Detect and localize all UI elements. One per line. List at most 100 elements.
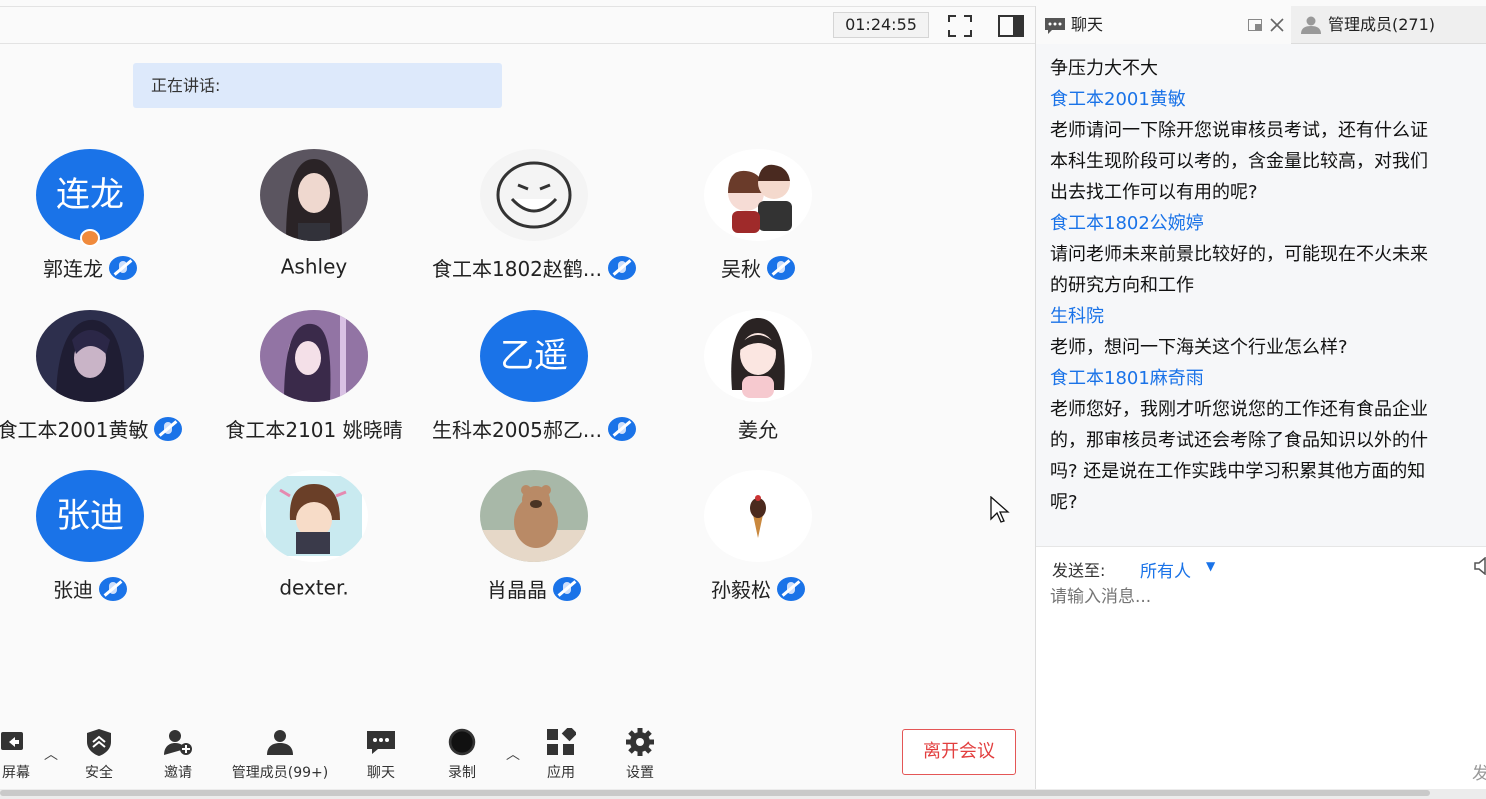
avatar: 连龙 — [36, 149, 144, 241]
participant-name: dexter. — [279, 575, 349, 600]
chat-message-input[interactable] — [1050, 587, 1470, 607]
record-icon — [448, 728, 476, 756]
chat-composer: 发送至: 所有人 ▼ 发 — [1036, 546, 1486, 789]
chat-message-text: 的，那审核员考试还会考除了食品知识以外的什 — [1050, 430, 1428, 451]
manage-members-button[interactable]: 管理成员(99+) — [226, 728, 334, 781]
send-button[interactable]: 发 — [1472, 759, 1486, 784]
share-screen-button[interactable]: 屏幕 — [0, 728, 38, 781]
chat-button[interactable]: 聊天 — [359, 728, 403, 781]
mic-muted-icon — [607, 255, 636, 280]
horizontal-scrollbar[interactable] — [0, 789, 1486, 799]
participant-tile[interactable]: 姜允 — [638, 310, 878, 460]
participant-name: 姜允 — [738, 418, 778, 442]
participant-name: 食工本2001黄敏 — [0, 418, 149, 442]
chat-message-text: 的研究方向和工作 — [1050, 275, 1194, 296]
participant-name: 孙毅松 — [711, 578, 771, 602]
avatar — [36, 310, 144, 402]
send-to-label: 发送至: — [1052, 561, 1106, 580]
close-icon[interactable] — [1270, 18, 1284, 32]
add-user-icon — [164, 730, 192, 755]
participant-tile[interactable]: 乙遥 生科本2005郝乙... — [414, 310, 654, 460]
participant-tile[interactable]: 肖晶晶 — [414, 470, 654, 620]
avatar — [260, 470, 368, 562]
chat-message-text: 出去找工作可以有用的呢? — [1050, 182, 1258, 203]
side-panel: 聊天 管理成员(271) 争压力大不大 食工本2001黄敏 老师请问一下除开您说… — [1035, 6, 1486, 789]
participant-name: Ashley — [280, 254, 348, 279]
participant-tile[interactable]: 吴秋 — [638, 149, 878, 299]
mic-muted-icon — [607, 416, 636, 441]
chat-message-text: 本科生现阶段可以考的，含金量比较高，对我们 — [1050, 151, 1428, 172]
chat-message-text: 呢? — [1050, 492, 1078, 513]
chat-message-text: 吗? 还是说在工作实践中学习积累其他方面的知 — [1050, 461, 1426, 482]
security-button[interactable]: 安全 — [78, 728, 120, 781]
person-icon — [1301, 16, 1321, 34]
participant-tile[interactable]: 食工本2101 姚晓晴 — [194, 310, 434, 460]
participant-name: 食工本2101 姚晓晴 — [225, 418, 403, 442]
chat-bubble-icon — [1045, 18, 1065, 34]
chat-message-text: 老师请问一下除开您说审核员考试，还有什么证 — [1050, 120, 1428, 141]
chat-sender-name[interactable]: 食工本1801麻奇雨 — [1050, 363, 1204, 394]
participant-name: 吴秋 — [721, 257, 761, 281]
avatar — [704, 149, 812, 241]
tab-chat[interactable]: 聊天 — [1036, 6, 1291, 44]
participant-tile[interactable]: 孙毅松 — [638, 470, 878, 620]
avatar: 乙遥 — [480, 310, 588, 402]
popout-icon[interactable] — [1248, 19, 1262, 31]
participant-tile[interactable]: Ashley — [194, 149, 434, 299]
panel-tabs: 聊天 管理成员(271) — [1036, 6, 1486, 44]
recipient-select[interactable]: 所有人 — [1140, 557, 1191, 582]
avatar — [480, 470, 588, 562]
apps-button[interactable]: 应用 — [540, 728, 582, 781]
apps-grid-icon — [547, 728, 576, 755]
mouse-cursor-icon — [990, 496, 1010, 523]
chat-message-text: 老师，想问一下海关这个行业怎么样? — [1050, 337, 1348, 358]
bottom-toolbar: 屏幕 ︿ 安全 邀请 管理成员(99+) 聊天 录制 ︿ 应用 设置 离开会议 — [0, 722, 1035, 786]
speaker-icon[interactable] — [1474, 557, 1486, 575]
settings-button[interactable]: 设置 — [619, 728, 661, 781]
participant-tile[interactable]: 食工本2001黄敏 — [0, 310, 210, 460]
chat-bubble-icon — [367, 731, 395, 754]
avatar — [260, 310, 368, 402]
shield-icon — [87, 729, 111, 756]
participant-tile[interactable]: 张迪 张迪 — [0, 470, 210, 620]
participant-name: 肖晶晶 — [487, 578, 547, 602]
chat-sender-name[interactable]: 生科院 — [1050, 301, 1104, 332]
scrollbar-thumb[interactable] — [0, 790, 1430, 796]
participant-name: 张迪 — [53, 578, 93, 602]
person-icon — [267, 730, 293, 755]
leave-meeting-button[interactable]: 离开会议 — [902, 729, 1016, 775]
avatar — [704, 470, 812, 562]
participant-tile[interactable]: 连龙 郭连龙 — [0, 149, 210, 299]
participant-name: 郭连龙 — [43, 257, 103, 281]
tab-members[interactable]: 管理成员(271) — [1292, 6, 1486, 44]
avatar: 张迪 — [36, 470, 144, 562]
share-screen-icon — [1, 732, 23, 750]
mic-muted-icon — [109, 255, 137, 280]
chevron-down-icon[interactable]: ▼ — [1206, 559, 1215, 573]
avatar — [480, 149, 588, 241]
share-options-caret-icon[interactable]: ︿ — [44, 744, 58, 764]
meeting-window: 01:24:55 正在讲话: 连龙 郭连龙 Ashley 食工本1802赵鹤..… — [0, 0, 1486, 799]
mic-muted-icon — [767, 255, 795, 280]
mic-muted-icon — [99, 576, 127, 601]
chat-message-list[interactable]: 争压力大不大 食工本2001黄敏 老师请问一下除开您说审核员考试，还有什么证 本… — [1036, 44, 1486, 546]
chat-sender-name[interactable]: 食工本2001黄敏 — [1050, 84, 1186, 115]
participant-name: 食工本1802赵鹤... — [432, 257, 602, 281]
mic-muted-icon — [777, 576, 805, 601]
chat-sender-name[interactable]: 食工本1802公婉婷 — [1050, 208, 1204, 239]
mic-muted-icon — [154, 416, 183, 441]
avatar — [704, 310, 812, 402]
mic-muted-icon — [553, 576, 581, 601]
record-options-caret-icon[interactable]: ︿ — [506, 744, 520, 764]
avatar — [260, 149, 368, 241]
chat-message-text: 请问老师未来前景比较好的，可能现在不火未来 — [1050, 244, 1428, 265]
participant-tile[interactable]: dexter. — [194, 470, 434, 620]
participant-tile[interactable]: 食工本1802赵鹤... — [414, 149, 654, 299]
record-button[interactable]: 录制 — [440, 728, 484, 781]
participant-name: 生科本2005郝乙... — [432, 418, 602, 442]
chat-message-text: 老师您好，我刚才听您说您的工作还有食品企业 — [1050, 399, 1428, 420]
chat-message-text: 争压力大不大 — [1050, 58, 1158, 79]
gear-icon — [626, 728, 654, 756]
participant-grid: 连龙 郭连龙 Ashley 食工本1802赵鹤... 吴秋 食工本2001黄敏 … — [0, 0, 1035, 700]
invite-button[interactable]: 邀请 — [157, 728, 199, 781]
